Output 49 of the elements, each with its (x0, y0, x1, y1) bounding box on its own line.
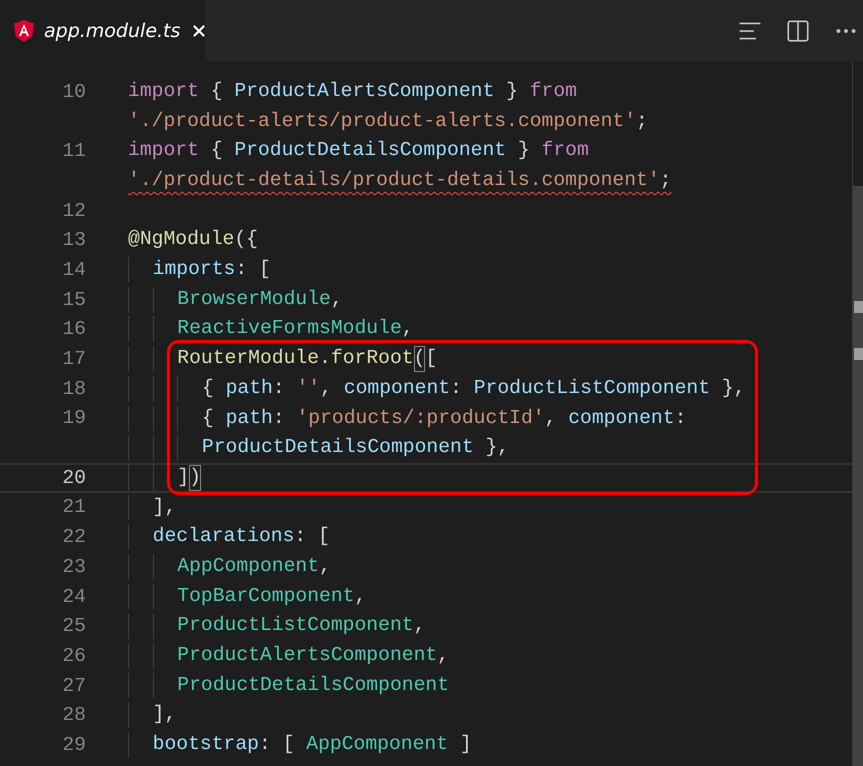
line-number: 24 (61, 586, 86, 608)
line-number: 20 (61, 466, 86, 489)
line-number: 15 (61, 288, 86, 311)
code-line: RouterModule.forRoot([ (128, 346, 438, 372)
code-line: TopBarComponent, (128, 584, 366, 610)
line-number: 26 (61, 644, 86, 667)
line-number: 10 (61, 80, 86, 103)
scrollbar[interactable] (853, 186, 863, 766)
code-line: ProductListComponent, (128, 613, 426, 640)
line-number: 11 (61, 140, 86, 162)
code-line: imports: [ (128, 257, 271, 283)
line-number: 25 (61, 615, 86, 638)
code-line: @NgModule({ (128, 227, 258, 252)
code-line: ], (128, 702, 176, 728)
line-number: 29 (61, 734, 86, 756)
code-line: AppComponent, (128, 554, 331, 580)
code-line: BrowserModule, (128, 286, 343, 312)
code-line: { path: '', component: ProductListComponent }, (128, 376, 746, 402)
angular-shield-icon (14, 20, 34, 42)
code-line: declarations: [ (128, 524, 330, 550)
tab-title: app.module.ts (44, 20, 180, 42)
code-line: ]) (128, 464, 201, 491)
split-editor-icon[interactable] (785, 18, 811, 44)
line-number: 13 (61, 229, 86, 252)
scroll-marker (854, 301, 863, 313)
code-line: ], (128, 494, 176, 520)
line-number: 16 (61, 318, 86, 340)
code-line: bootstrap: [ AppComponent ] (128, 732, 472, 758)
code-line: ReactiveFormsModule, (128, 316, 414, 342)
code-line: { path: 'products/:productId', component: (128, 406, 686, 432)
line-number: 28 (61, 704, 86, 726)
line-number: 27 (61, 674, 86, 697)
code-line: ProductDetailsComponent }, (128, 435, 510, 461)
code-line: import { ProductDetailsComponent } from (128, 138, 589, 164)
code-line: ProductAlertsComponent, (128, 643, 450, 669)
code-line: './product-alerts/product-alerts.component'; (128, 108, 648, 134)
line-number: 21 (61, 496, 86, 518)
code-line: import { ProductAlertsComponent } from (128, 78, 577, 104)
scroll-marker (854, 348, 863, 360)
code-line: './product-details/product-details.component'; (128, 168, 672, 194)
line-number: 18 (61, 378, 86, 400)
line-number: 14 (61, 258, 86, 281)
editor-tab[interactable]: app.module.ts (0, 0, 205, 61)
line-number: 22 (61, 526, 86, 548)
line-number: 19 (61, 407, 86, 430)
line-number: 23 (61, 556, 86, 578)
line-number: 17 (61, 348, 86, 370)
code-line: ProductDetailsComponent (128, 672, 450, 698)
line-number: 12 (61, 200, 86, 222)
